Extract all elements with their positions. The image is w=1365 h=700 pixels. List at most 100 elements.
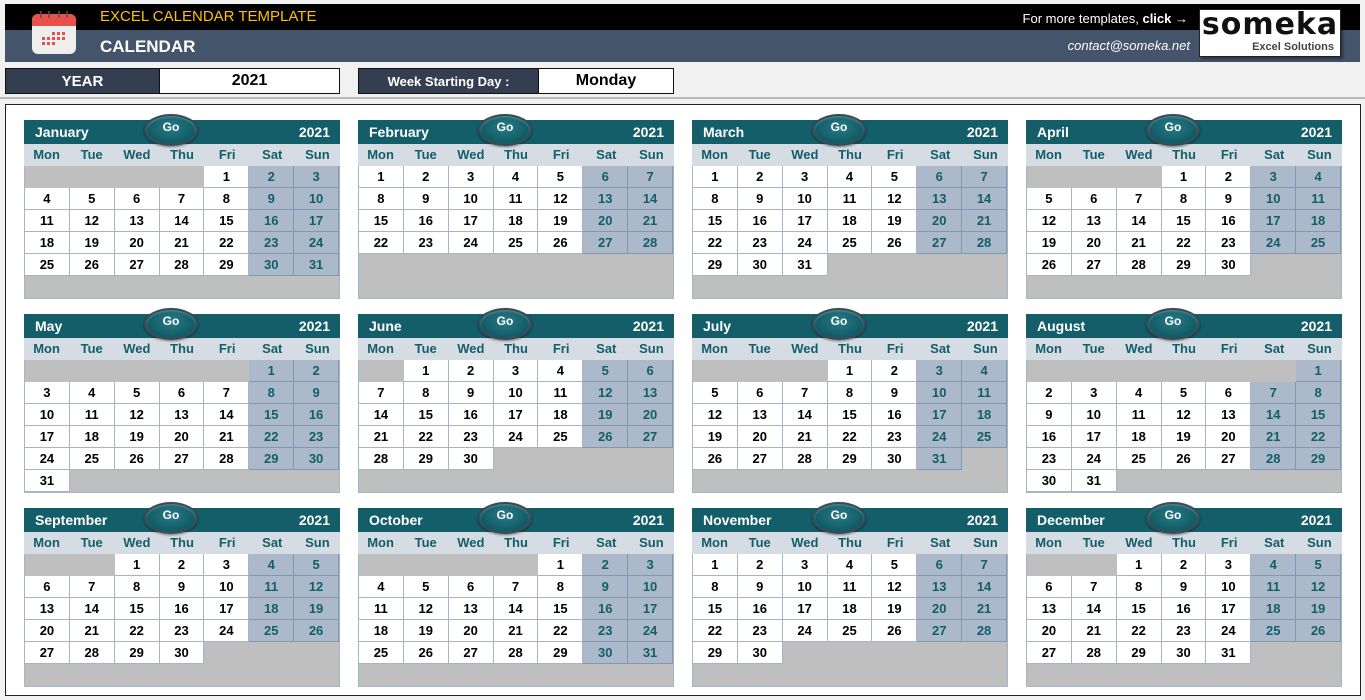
click-link[interactable]: click → [1142, 11, 1188, 26]
day-cell[interactable]: 18 [538, 404, 584, 426]
day-cell[interactable]: 17 [782, 598, 828, 620]
day-cell[interactable]: 5 [538, 166, 584, 188]
day-cell[interactable]: 22 [1116, 620, 1162, 642]
day-cell[interactable]: 3 [1206, 554, 1252, 576]
weekend-day-cell[interactable]: 14 [1251, 404, 1297, 426]
go-button[interactable]: Go [144, 502, 198, 534]
day-cell[interactable]: 9 [872, 382, 918, 404]
weekend-day-cell[interactable]: 2 [294, 360, 339, 382]
day-cell[interactable]: 31 [782, 254, 828, 276]
day-cell[interactable]: 29 [114, 642, 160, 664]
weekend-day-cell[interactable]: 4 [249, 554, 295, 576]
day-cell[interactable]: 24 [782, 232, 828, 254]
weekend-day-cell[interactable]: 1 [249, 360, 295, 382]
weekend-day-cell[interactable]: 10 [294, 188, 339, 210]
day-cell[interactable]: 19 [1161, 426, 1207, 448]
day-cell[interactable]: 17 [448, 210, 494, 232]
day-cell[interactable]: 21 [359, 426, 404, 448]
day-cell[interactable]: 20 [737, 426, 783, 448]
weekend-day-cell[interactable]: 5 [1296, 554, 1341, 576]
day-cell[interactable]: 1 [827, 360, 873, 382]
weekend-day-cell[interactable]: 12 [294, 576, 339, 598]
day-cell[interactable]: 10 [782, 188, 828, 210]
weekend-day-cell[interactable]: 7 [962, 166, 1007, 188]
weekend-day-cell[interactable]: 30 [583, 642, 629, 664]
weekend-day-cell[interactable]: 24 [294, 232, 339, 254]
day-cell[interactable]: 14 [1071, 598, 1117, 620]
day-cell[interactable]: 8 [1161, 188, 1207, 210]
day-cell[interactable]: 9 [1027, 404, 1072, 426]
go-button[interactable]: Go [144, 114, 198, 146]
day-cell[interactable]: 27 [1027, 642, 1072, 664]
day-cell[interactable]: 27 [114, 254, 160, 276]
day-cell[interactable]: 25 [538, 426, 584, 448]
day-cell[interactable]: 11 [69, 404, 115, 426]
weekend-day-cell[interactable]: 27 [917, 620, 963, 642]
weekend-day-cell[interactable]: 11 [962, 382, 1007, 404]
day-cell[interactable]: 23 [872, 426, 918, 448]
weekend-day-cell[interactable]: 17 [628, 598, 673, 620]
day-cell[interactable]: 8 [403, 382, 449, 404]
weekend-day-cell[interactable]: 21 [962, 210, 1007, 232]
day-cell[interactable]: 3 [782, 554, 828, 576]
weekend-day-cell[interactable]: 7 [962, 554, 1007, 576]
weekend-day-cell[interactable]: 26 [294, 620, 339, 642]
day-cell[interactable]: 18 [493, 210, 539, 232]
day-cell[interactable]: 4 [827, 554, 873, 576]
day-cell[interactable]: 15 [1116, 598, 1162, 620]
day-cell[interactable]: 18 [25, 232, 70, 254]
go-button[interactable]: Go [1146, 114, 1200, 146]
day-cell[interactable]: 3 [204, 554, 250, 576]
day-cell[interactable]: 15 [1161, 210, 1207, 232]
day-cell[interactable]: 22 [1161, 232, 1207, 254]
day-cell[interactable]: 9 [737, 576, 783, 598]
day-cell[interactable]: 22 [114, 620, 160, 642]
day-cell[interactable]: 8 [693, 188, 738, 210]
day-cell[interactable]: 12 [69, 210, 115, 232]
day-cell[interactable]: 1 [1116, 554, 1162, 576]
day-cell[interactable]: 2 [1161, 554, 1207, 576]
day-cell[interactable]: 11 [493, 188, 539, 210]
day-cell[interactable]: 25 [827, 232, 873, 254]
day-cell[interactable]: 15 [827, 404, 873, 426]
day-cell[interactable]: 15 [693, 598, 738, 620]
day-cell[interactable]: 26 [114, 448, 160, 470]
weekend-day-cell[interactable]: 6 [583, 166, 629, 188]
day-cell[interactable]: 2 [737, 166, 783, 188]
day-cell[interactable]: 7 [204, 382, 250, 404]
weekend-day-cell[interactable]: 4 [1251, 554, 1297, 576]
day-cell[interactable]: 2 [1206, 166, 1252, 188]
weekend-day-cell[interactable]: 6 [628, 360, 673, 382]
day-cell[interactable]: 15 [114, 598, 160, 620]
day-cell[interactable]: 5 [872, 554, 918, 576]
day-cell[interactable]: 29 [693, 254, 738, 276]
day-cell[interactable]: 14 [359, 404, 404, 426]
day-cell[interactable]: 14 [1116, 210, 1162, 232]
weekend-day-cell[interactable]: 23 [249, 232, 295, 254]
day-cell[interactable]: 13 [114, 210, 160, 232]
day-cell[interactable]: 27 [448, 642, 494, 664]
day-cell[interactable]: 20 [114, 232, 160, 254]
day-cell[interactable]: 29 [403, 448, 449, 470]
day-cell[interactable]: 20 [1027, 620, 1072, 642]
day-cell[interactable]: 23 [737, 232, 783, 254]
day-cell[interactable]: 24 [1206, 620, 1252, 642]
day-cell[interactable]: 28 [159, 254, 205, 276]
day-cell[interactable]: 30 [159, 642, 205, 664]
go-button[interactable]: Go [478, 114, 532, 146]
day-cell[interactable]: 25 [25, 254, 70, 276]
weekend-day-cell[interactable]: 25 [1251, 620, 1297, 642]
day-cell[interactable]: 13 [1027, 598, 1072, 620]
day-cell[interactable]: 2 [737, 554, 783, 576]
weekend-day-cell[interactable]: 27 [583, 232, 629, 254]
day-cell[interactable]: 23 [448, 426, 494, 448]
day-cell[interactable]: 11 [827, 188, 873, 210]
day-cell[interactable]: 7 [69, 576, 115, 598]
weekend-day-cell[interactable]: 16 [249, 210, 295, 232]
day-cell[interactable]: 23 [403, 232, 449, 254]
day-cell[interactable]: 22 [538, 620, 584, 642]
day-cell[interactable]: 4 [538, 360, 584, 382]
weekend-day-cell[interactable]: 28 [628, 232, 673, 254]
day-cell[interactable]: 16 [448, 404, 494, 426]
day-cell[interactable]: 20 [25, 620, 70, 642]
